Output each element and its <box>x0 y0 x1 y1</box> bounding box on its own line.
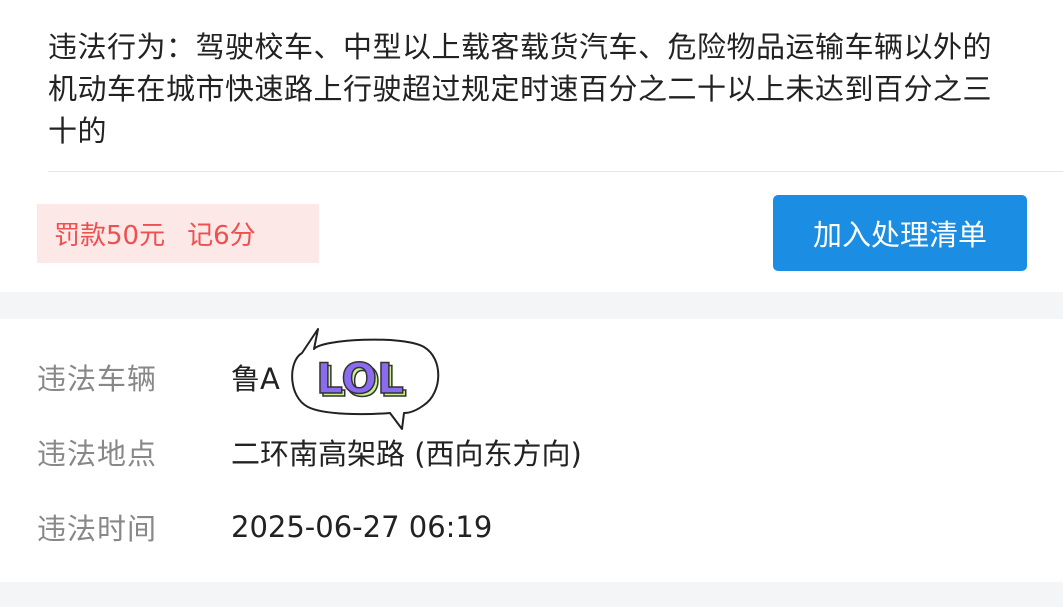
violation-details-card: 违法车辆 鲁A 违法地点 二环南高架路 (西向东方向) 违法时间 2025-06… <box>0 319 1063 582</box>
detail-row-vehicle: 违法车辆 鲁A <box>0 347 1063 407</box>
sticker-text: LOL <box>316 354 404 403</box>
time-value: 2025-06-27 06:19 <box>231 510 493 544</box>
add-to-list-button[interactable]: 加入处理清单 <box>773 195 1027 271</box>
detail-row-location: 违法地点 二环南高架路 (西向东方向) <box>0 422 1063 482</box>
points-text: 记6分 <box>187 221 256 251</box>
fine-text: 罚款50元 <box>54 221 166 251</box>
vehicle-label: 违法车辆 <box>37 362 158 396</box>
location-label: 违法地点 <box>37 437 158 471</box>
vehicle-value: 鲁A <box>231 362 280 396</box>
divider <box>48 171 1063 172</box>
penalty-badge: 罚款50元 记6分 <box>37 204 319 263</box>
time-label: 违法时间 <box>37 512 158 546</box>
lol-sticker-icon: LOL LOL <box>291 328 440 430</box>
location-value: 二环南高架路 (西向东方向) <box>231 437 582 471</box>
violation-card: 违法行为：驾驶校车、中型以上载客载货汽车、危险物品运输车辆以外的机动车在城市快速… <box>0 0 1063 292</box>
detail-row-time: 违法时间 2025-06-27 06:19 <box>0 497 1063 557</box>
violation-description: 违法行为：驾驶校车、中型以上载客载货汽车、危险物品运输车辆以外的机动车在城市快速… <box>48 30 993 148</box>
